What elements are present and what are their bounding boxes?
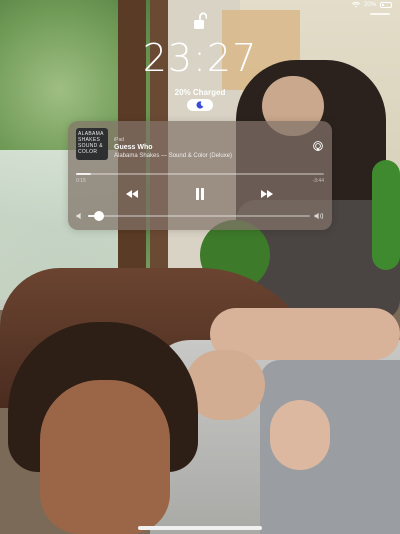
moon-icon: [196, 101, 204, 109]
playback-scrubber[interactable]: [76, 173, 324, 175]
airplay-icon[interactable]: [313, 141, 323, 151]
wifi-icon: [351, 2, 360, 8]
focus-mode-button[interactable]: [187, 99, 213, 111]
volume-track[interactable]: [88, 211, 310, 221]
volume-low-icon: [76, 212, 81, 220]
wallpaper-person-bottom-face: [40, 380, 170, 534]
pause-icon[interactable]: [194, 187, 206, 201]
playback-controls: [68, 187, 332, 201]
remaining-time: -3:44: [312, 178, 324, 184]
lock-screen-clock: 23:27: [142, 36, 258, 80]
battery-percent: 20%: [363, 2, 376, 8]
volume-knob[interactable]: [94, 211, 105, 221]
unlocked-lock-icon: [194, 12, 207, 29]
track-artist-album: Alabama Shakes — Sound & Color (Deluxe): [114, 153, 233, 159]
rewind-icon[interactable]: [125, 187, 139, 201]
now-playing-widget[interactable]: ALABAMA SHAKES SOUND & COLOR iPad Guess …: [68, 121, 332, 230]
home-indicator[interactable]: [138, 526, 262, 530]
wallpaper: [0, 0, 400, 534]
battery-icon: [380, 2, 392, 8]
playback-progress: [76, 173, 91, 175]
album-art-line-4: COLOR: [78, 149, 98, 155]
playback-source: iPad: [114, 137, 125, 143]
volume-high-icon: [314, 212, 324, 220]
wallpaper-hand: [270, 400, 330, 470]
charge-status: 20% Charged: [174, 88, 226, 97]
battery-level: [382, 4, 384, 6]
status-bar: 20%: [0, 0, 400, 12]
control-center-handle[interactable]: [370, 13, 390, 15]
elapsed-time: 0:15: [76, 178, 86, 184]
wallpaper-plant-right: [372, 160, 400, 270]
fast-forward-icon[interactable]: [260, 187, 274, 201]
album-art[interactable]: ALABAMA SHAKES SOUND & COLOR: [76, 128, 108, 160]
volume-slider[interactable]: [76, 211, 324, 221]
track-title: Guess Who: [114, 144, 153, 151]
